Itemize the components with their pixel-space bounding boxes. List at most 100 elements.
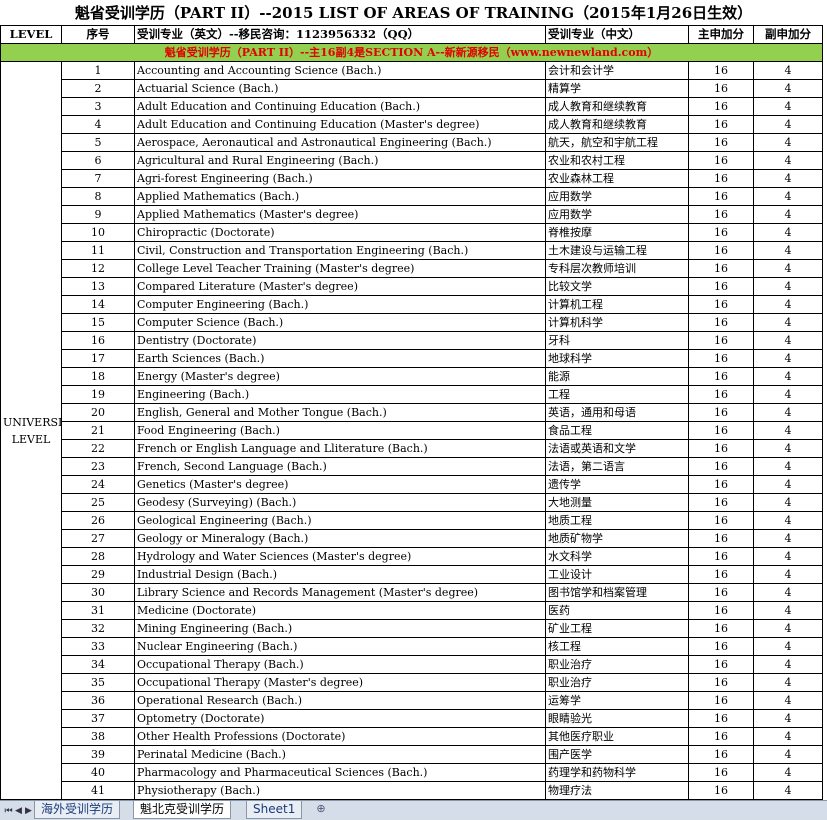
english-name-cell[interactable]: Hydrology and Water Sciences (Master's d…: [134, 547, 546, 566]
english-name-cell[interactable]: Engineering (Bach.): [134, 385, 546, 404]
main-points-cell[interactable]: 16: [688, 637, 754, 656]
main-points-cell[interactable]: 16: [688, 259, 754, 278]
chinese-name-cell[interactable]: 地球科学: [545, 349, 689, 368]
main-points-cell[interactable]: 16: [688, 187, 754, 206]
chinese-name-cell[interactable]: 食品工程: [545, 421, 689, 440]
sub-points-cell[interactable]: 4: [753, 511, 823, 530]
seq-cell[interactable]: 39: [61, 745, 135, 764]
sub-points-cell[interactable]: 4: [753, 313, 823, 332]
insert-sheet-icon[interactable]: ⊕: [313, 802, 329, 817]
first-sheet-icon[interactable]: ⏮: [4, 803, 13, 817]
chinese-name-cell[interactable]: 地质工程: [545, 511, 689, 530]
english-name-cell[interactable]: Occupational Therapy (Master's degree): [134, 673, 546, 692]
main-points-cell[interactable]: 16: [688, 529, 754, 548]
english-name-cell[interactable]: Pharmacology and Pharmaceutical Sciences…: [134, 763, 546, 782]
sub-points-cell[interactable]: 4: [753, 547, 823, 566]
chinese-name-cell[interactable]: 物理疗法: [545, 781, 689, 800]
english-name-cell[interactable]: Civil, Construction and Transportation E…: [134, 241, 546, 260]
english-name-cell[interactable]: College Level Teacher Training (Master's…: [134, 259, 546, 278]
main-points-cell[interactable]: 16: [688, 457, 754, 476]
seq-cell[interactable]: 8: [61, 187, 135, 206]
sub-points-cell[interactable]: 4: [753, 673, 823, 692]
next-sheet-icon[interactable]: ▶: [24, 803, 33, 817]
english-name-cell[interactable]: Genetics (Master's degree): [134, 475, 546, 494]
main-points-cell[interactable]: 16: [688, 601, 754, 620]
english-name-cell[interactable]: Operational Research (Bach.): [134, 691, 546, 710]
english-name-cell[interactable]: Computer Engineering (Bach.): [134, 295, 546, 314]
main-points-cell[interactable]: 16: [688, 745, 754, 764]
english-name-cell[interactable]: Optometry (Doctorate): [134, 709, 546, 728]
english-name-cell[interactable]: Earth Sciences (Bach.): [134, 349, 546, 368]
main-points-cell[interactable]: 16: [688, 61, 754, 80]
seq-cell[interactable]: 16: [61, 331, 135, 350]
seq-cell[interactable]: 26: [61, 511, 135, 530]
sheet-tab-sheet1[interactable]: Sheet1: [246, 801, 303, 819]
main-points-cell[interactable]: 16: [688, 565, 754, 584]
chinese-name-cell[interactable]: 土木建设与运输工程: [545, 241, 689, 260]
seq-cell[interactable]: 27: [61, 529, 135, 548]
main-points-cell[interactable]: 16: [688, 331, 754, 350]
chinese-name-cell[interactable]: 大地测量: [545, 493, 689, 512]
english-name-cell[interactable]: French, Second Language (Bach.): [134, 457, 546, 476]
chinese-name-cell[interactable]: 成人教育和继续教育: [545, 97, 689, 116]
seq-cell[interactable]: 12: [61, 259, 135, 278]
english-name-cell[interactable]: Applied Mathematics (Bach.): [134, 187, 546, 206]
main-points-cell[interactable]: 16: [688, 655, 754, 674]
seq-cell[interactable]: 15: [61, 313, 135, 332]
main-points-cell[interactable]: 16: [688, 223, 754, 242]
sub-points-cell[interactable]: 4: [753, 259, 823, 278]
sub-points-cell[interactable]: 4: [753, 637, 823, 656]
sub-points-cell[interactable]: 4: [753, 601, 823, 620]
header-chinese[interactable]: 受训专业（中文）: [545, 25, 689, 44]
chinese-name-cell[interactable]: 法语，第二语言: [545, 457, 689, 476]
english-name-cell[interactable]: Food Engineering (Bach.): [134, 421, 546, 440]
english-name-cell[interactable]: Library Science and Records Management (…: [134, 583, 546, 602]
seq-cell[interactable]: 21: [61, 421, 135, 440]
sub-points-cell[interactable]: 4: [753, 151, 823, 170]
english-name-cell[interactable]: Nuclear Engineering (Bach.): [134, 637, 546, 656]
sub-points-cell[interactable]: 4: [753, 169, 823, 188]
banner-cell[interactable]: 魁省受训学历（PART II）--主16副4是SECTION A--新新源移民（…: [0, 43, 823, 62]
sub-points-cell[interactable]: 4: [753, 277, 823, 296]
seq-cell[interactable]: 1: [61, 61, 135, 80]
header-seq[interactable]: 序号: [61, 25, 135, 44]
chinese-name-cell[interactable]: 围产医学: [545, 745, 689, 764]
main-points-cell[interactable]: 16: [688, 619, 754, 638]
sub-points-cell[interactable]: 4: [753, 421, 823, 440]
seq-cell[interactable]: 33: [61, 637, 135, 656]
english-name-cell[interactable]: Geology or Mineralogy (Bach.): [134, 529, 546, 548]
seq-cell[interactable]: 37: [61, 709, 135, 728]
main-points-cell[interactable]: 16: [688, 781, 754, 800]
header-sub-points[interactable]: 副申加分: [753, 25, 823, 44]
sheet-tab-overseas[interactable]: 海外受训学历: [34, 801, 121, 819]
chinese-name-cell[interactable]: 工业设计: [545, 565, 689, 584]
seq-cell[interactable]: 10: [61, 223, 135, 242]
seq-cell[interactable]: 9: [61, 205, 135, 224]
chinese-name-cell[interactable]: 专科层次教师培训: [545, 259, 689, 278]
seq-cell[interactable]: 11: [61, 241, 135, 260]
sub-points-cell[interactable]: 4: [753, 61, 823, 80]
english-name-cell[interactable]: Actuarial Science (Bach.): [134, 79, 546, 98]
chinese-name-cell[interactable]: 水文科学: [545, 547, 689, 566]
sub-points-cell[interactable]: 4: [753, 79, 823, 98]
chinese-name-cell[interactable]: 比较文学: [545, 277, 689, 296]
english-name-cell[interactable]: Geological Engineering (Bach.): [134, 511, 546, 530]
header-main-points[interactable]: 主申加分: [688, 25, 754, 44]
english-name-cell[interactable]: Compared Literature (Master's degree): [134, 277, 546, 296]
sub-points-cell[interactable]: 4: [753, 133, 823, 152]
english-name-cell[interactable]: Geodesy (Surveying) (Bach.): [134, 493, 546, 512]
sub-points-cell[interactable]: 4: [753, 457, 823, 476]
chinese-name-cell[interactable]: 农业和农村工程: [545, 151, 689, 170]
main-points-cell[interactable]: 16: [688, 727, 754, 746]
main-points-cell[interactable]: 16: [688, 205, 754, 224]
chinese-name-cell[interactable]: 能源: [545, 367, 689, 386]
main-points-cell[interactable]: 16: [688, 151, 754, 170]
main-points-cell[interactable]: 16: [688, 691, 754, 710]
seq-cell[interactable]: 34: [61, 655, 135, 674]
english-name-cell[interactable]: Agricultural and Rural Engineering (Bach…: [134, 151, 546, 170]
seq-cell[interactable]: 30: [61, 583, 135, 602]
chinese-name-cell[interactable]: 矿业工程: [545, 619, 689, 638]
seq-cell[interactable]: 25: [61, 493, 135, 512]
main-points-cell[interactable]: 16: [688, 79, 754, 98]
main-points-cell[interactable]: 16: [688, 169, 754, 188]
